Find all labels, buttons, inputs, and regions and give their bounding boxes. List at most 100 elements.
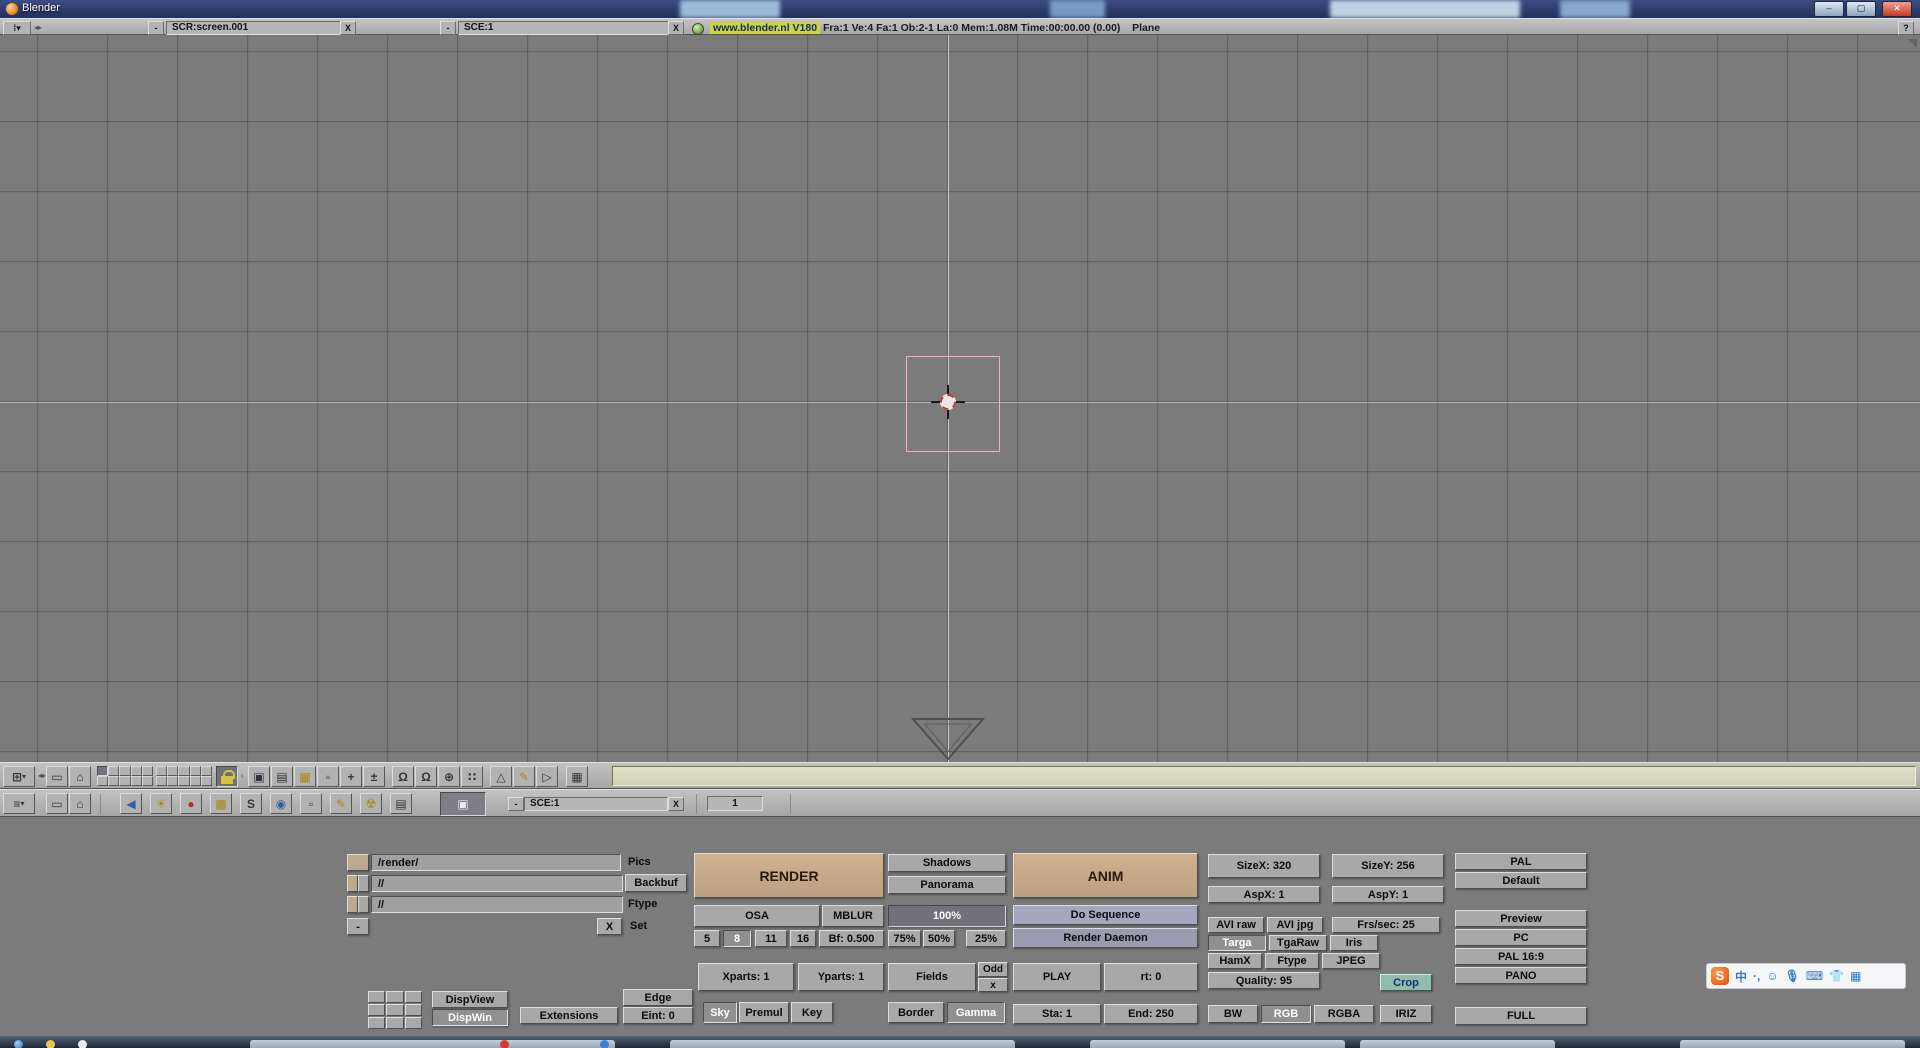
minimize-button[interactable]: – <box>1814 1 1844 17</box>
help-icon[interactable]: ? <box>1898 21 1914 35</box>
extensions-button[interactable]: Extensions <box>520 1007 618 1024</box>
hamx-button[interactable]: HamX <box>1208 953 1262 969</box>
fullscreen-icon[interactable]: ▭ <box>46 766 68 787</box>
taskbar-button[interactable] <box>1680 1040 1905 1048</box>
ftype-path-field[interactable]: // <box>371 896 623 913</box>
edit-pencil-icon[interactable]: ✎ <box>513 766 535 787</box>
taskbar-app-icon[interactable] <box>500 1040 509 1048</box>
ime-logo-icon[interactable]: S <box>1711 967 1729 985</box>
render-button[interactable]: RENDER <box>694 853 884 898</box>
taskbar-button[interactable] <box>1360 1040 1555 1048</box>
targa-button[interactable]: Targa <box>1208 935 1266 951</box>
osa-button[interactable]: OSA <box>694 905 820 927</box>
premul-button[interactable]: Premul <box>739 1002 789 1023</box>
layer-buttons-right[interactable] <box>156 766 212 786</box>
rotate-icon[interactable]: Ω <box>392 766 414 787</box>
rt-field[interactable]: rt: 0 <box>1104 963 1198 991</box>
close-button[interactable]: ✕ <box>1882 1 1912 17</box>
size-100-button[interactable]: 100% <box>888 905 1006 927</box>
mblur-button[interactable]: MBLUR <box>822 905 884 927</box>
osa-5-button[interactable]: 5 <box>694 930 720 947</box>
pics-toggle-button[interactable] <box>347 854 369 871</box>
aspy-field[interactable]: AspY: 1 <box>1332 886 1444 903</box>
buttons-window-type-icon[interactable]: ≡▾ <box>3 793 35 814</box>
pc-button[interactable]: PC <box>1455 929 1587 946</box>
view-buttons-icon[interactable]: ◀ <box>120 793 142 814</box>
frame-number-field[interactable]: 1 <box>707 796 763 811</box>
rgba-button[interactable]: RGBA <box>1314 1005 1374 1023</box>
set-browse-button[interactable]: - <box>347 918 369 935</box>
proportional-icon[interactable]: ▷ <box>536 766 558 787</box>
pal169-button[interactable]: PAL 16:9 <box>1455 948 1587 965</box>
maximize-button[interactable]: ▢ <box>1846 1 1876 17</box>
render-preview-icon[interactable]: ▦ <box>566 766 588 787</box>
bw-button[interactable]: BW <box>1208 1005 1258 1023</box>
full-button[interactable]: FULL <box>1455 1007 1587 1025</box>
scene-delete-button[interactable]: X <box>668 21 684 35</box>
header-collapse-icon[interactable]: ◂▸ <box>34 23 42 32</box>
texture-buttons-icon[interactable]: ▩ <box>210 793 232 814</box>
translate-icon[interactable]: + <box>340 766 362 787</box>
start-orb-icon[interactable] <box>14 1040 23 1048</box>
anim-button[interactable]: ANIM <box>1013 853 1198 898</box>
select-mode-icon[interactable]: ▣ <box>248 766 270 787</box>
world-buttons-icon[interactable]: ◉ <box>270 793 292 814</box>
key-button[interactable]: Key <box>791 1002 833 1023</box>
viewport-window-type-icon[interactable]: ⊞▾ <box>3 766 35 787</box>
fields-button[interactable]: Fields <box>888 963 976 991</box>
pics-path-field[interactable]: /render/ <box>371 854 621 871</box>
ime-language-icon[interactable]: 中 <box>1735 968 1747 985</box>
material-buttons-icon[interactable]: ● <box>180 793 202 814</box>
lock-icon[interactable] <box>216 766 238 787</box>
taskbar-button[interactable] <box>670 1040 1015 1048</box>
quality-field[interactable]: Quality: 95 <box>1208 972 1320 989</box>
ime-mic-icon[interactable]: 🎙 <box>1785 969 1800 983</box>
fullscreen-icon[interactable]: ▭ <box>46 793 68 814</box>
xparts-field[interactable]: Xparts: 1 <box>698 963 794 991</box>
backbuf-path-field[interactable]: // <box>371 875 623 892</box>
snap-icon[interactable]: ⊕ <box>438 766 460 787</box>
radiosity-buttons-icon[interactable]: ☢ <box>360 793 382 814</box>
ftype-toggle-b[interactable] <box>358 896 369 913</box>
render-daemon-button[interactable]: Render Daemon <box>1013 928 1198 948</box>
pano-button[interactable]: PANO <box>1455 967 1587 984</box>
ime-keyboard-icon[interactable]: ⌨ <box>1806 969 1823 983</box>
header-scroll-strip[interactable] <box>612 766 1916 786</box>
shadows-button[interactable]: Shadows <box>888 854 1006 872</box>
dispview-button[interactable]: DispView <box>432 991 508 1008</box>
size-25-button[interactable]: 25% <box>966 930 1006 947</box>
taskbar-app-icon[interactable] <box>46 1040 55 1048</box>
screen-name-field[interactable]: SCR:screen.001 <box>166 21 343 35</box>
menu-collapse-icon[interactable]: ◂▸ <box>38 771 46 780</box>
ipo-buttons-icon[interactable]: S <box>240 793 262 814</box>
dispwin-button[interactable]: DispWin <box>432 1009 508 1026</box>
aspx-field[interactable]: AspX: 1 <box>1208 886 1320 903</box>
play-button[interactable]: PLAY <box>1013 963 1101 991</box>
cursor-3d[interactable] <box>936 390 960 414</box>
osa-11-button[interactable]: 11 <box>755 930 787 947</box>
viewport-3d[interactable] <box>0 35 1920 762</box>
sta-field[interactable]: Sta: 1 <box>1013 1004 1101 1024</box>
snap-dots-icon[interactable]: ∷ <box>461 766 483 787</box>
window-type-icon[interactable]: ⁞▾ <box>3 21 31 35</box>
avi-raw-button[interactable]: AVI raw <box>1208 917 1264 933</box>
end-field[interactable]: End: 250 <box>1104 1004 1198 1024</box>
iris-button[interactable]: Iris <box>1330 935 1378 951</box>
osa-16-button[interactable]: 16 <box>790 930 816 947</box>
backbuf-toggle-b[interactable] <box>358 875 369 892</box>
screen-browse-button[interactable]: - <box>148 21 164 35</box>
edge-button[interactable]: Edge <box>623 989 693 1006</box>
ime-toolbox-icon[interactable]: ▦ <box>1850 969 1861 983</box>
scale-icon[interactable]: ± <box>363 766 385 787</box>
size-50-button[interactable]: 50% <box>923 930 955 947</box>
scene-delete-button[interactable]: X <box>668 797 684 811</box>
taskbar-app-icon[interactable] <box>600 1040 609 1048</box>
yparts-field[interactable]: Yparts: 1 <box>798 963 884 991</box>
taskbar-folder-icon[interactable] <box>78 1040 87 1048</box>
lamp-buttons-icon[interactable]: ☀ <box>150 793 172 814</box>
bounds-icon[interactable]: ▫ <box>317 766 339 787</box>
default-button[interactable]: Default <box>1455 872 1587 889</box>
sizey-field[interactable]: SizeY: 256 <box>1332 854 1444 878</box>
render-buttons-icon[interactable]: ▣ <box>440 792 486 816</box>
sky-button[interactable]: Sky <box>703 1002 737 1023</box>
